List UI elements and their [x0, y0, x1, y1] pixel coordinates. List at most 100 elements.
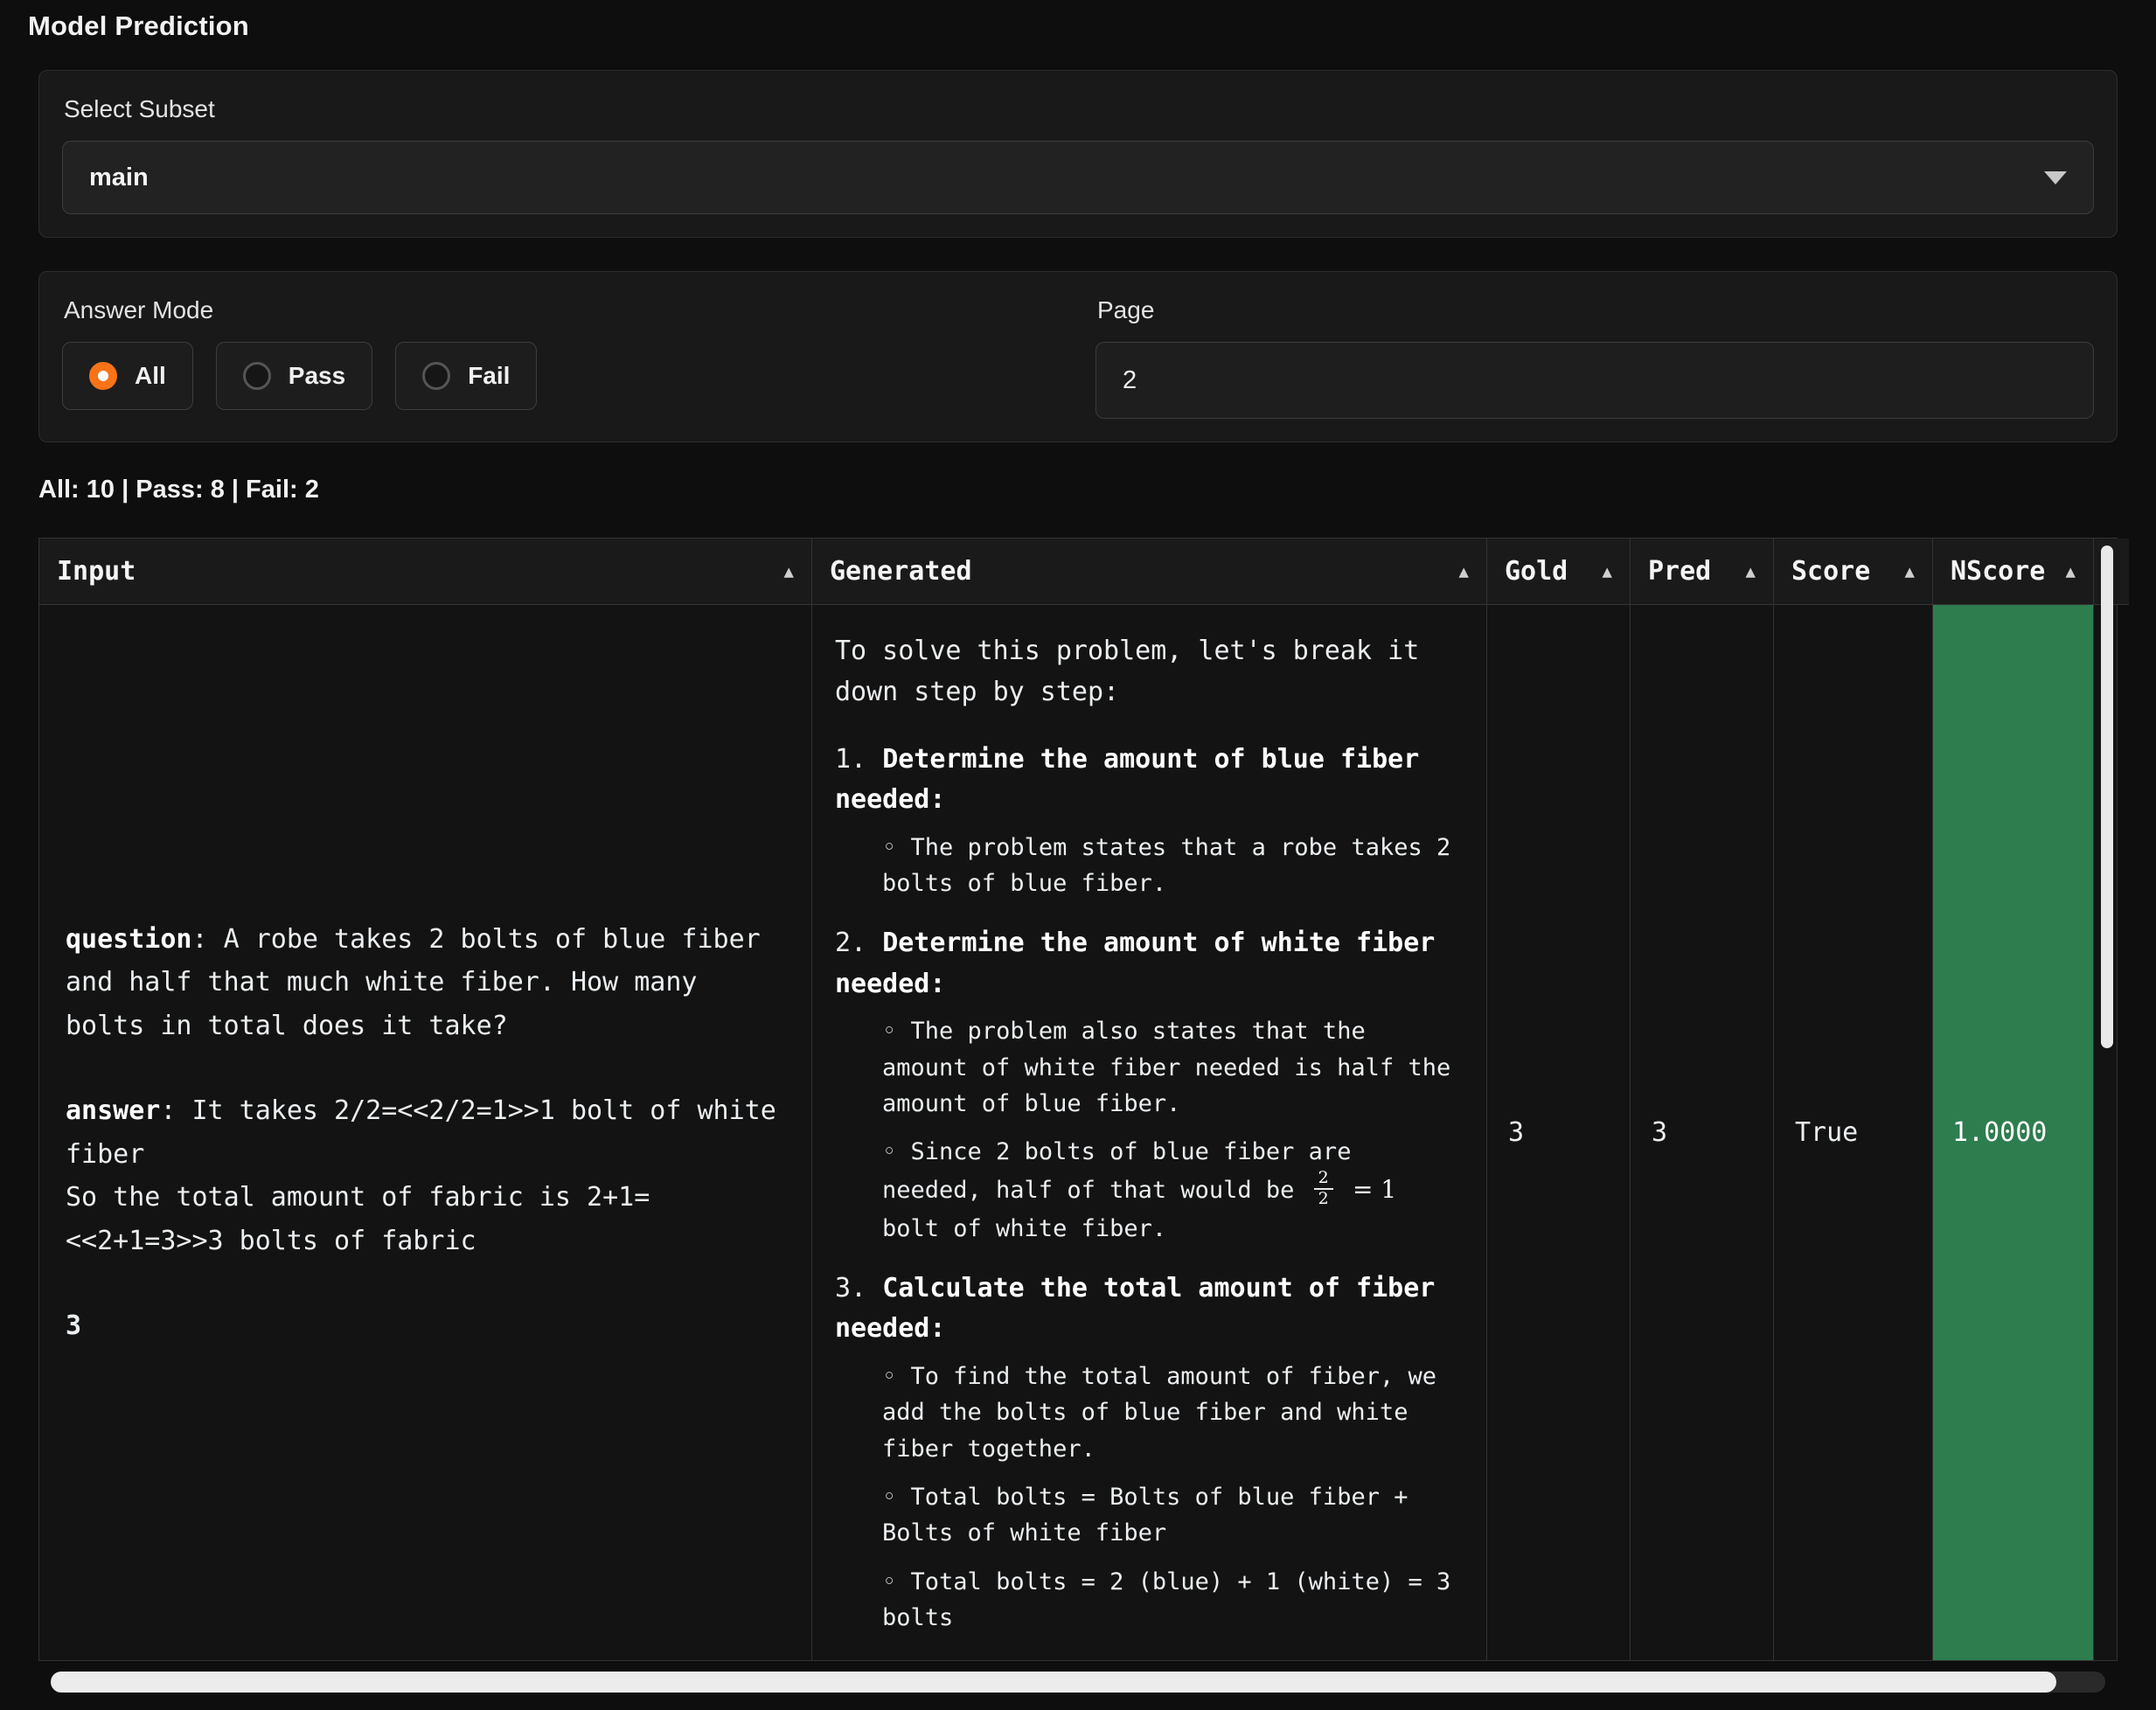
bullet-marker-icon: ◦ — [882, 1138, 896, 1165]
score-value: True — [1795, 1117, 1858, 1148]
column-header-generated[interactable]: Generated ▲ — [812, 539, 1487, 605]
column-header-label: Input — [57, 556, 136, 587]
answer-mode-label: Answer Mode — [64, 296, 1061, 324]
bullet-marker-icon: ◦ — [882, 1363, 896, 1390]
bullet-item: ◦ Total bolts = 2 (blue) + 1 (white) = 3… — [835, 1564, 1464, 1637]
vertical-scrollbar[interactable] — [2101, 546, 2113, 1048]
step-title-text: Determine the amount of blue fiber neede… — [835, 744, 1419, 816]
page-input[interactable] — [1095, 342, 2094, 419]
gold-value: 3 — [1508, 1117, 1524, 1148]
step-title-text: Calculate the total amount of fiber need… — [835, 1273, 1435, 1345]
answer-mode-group: Answer Mode All Pass Fail — [62, 295, 1061, 419]
sort-ascending-icon: ▲ — [1905, 562, 1915, 581]
pred-value: 3 — [1652, 1117, 1667, 1148]
step-title: 2. Determine the amount of white fiber n… — [835, 923, 1464, 1005]
bullet-item: ◦ Total bolts = Bolts of blue fiber + Bo… — [835, 1479, 1464, 1552]
bullet-text: The problem also states that the amount … — [882, 1018, 1450, 1117]
subset-dropdown[interactable]: main — [62, 141, 2094, 214]
radio-option-pass[interactable]: Pass — [216, 342, 372, 410]
cell-input[interactable]: question: A robe takes 2 bolts of blue f… — [39, 605, 812, 1660]
column-header-label: Gold — [1505, 556, 1568, 587]
radio-circle-icon — [422, 362, 450, 390]
input-content: question: A robe takes 2 bolts of blue f… — [66, 918, 785, 1348]
answer-line: answer: It takes 2/2=<<2/2=1>>1 bolt of … — [66, 1089, 785, 1176]
step-number: 1. — [835, 744, 866, 775]
bullet-marker-icon: ◦ — [882, 1018, 896, 1045]
answer-block: answer: It takes 2/2=<<2/2=1>>1 bolt of … — [66, 1089, 785, 1262]
cell-nscore[interactable]: 1.0000 — [1933, 605, 2094, 1660]
final-answer: 3 — [66, 1304, 785, 1348]
sort-ascending-icon: ▲ — [1603, 562, 1612, 581]
sort-ascending-icon: ▲ — [1746, 562, 1756, 581]
question-block: question: A robe takes 2 bolts of blue f… — [66, 918, 785, 1048]
fraction-denominator: 2 — [1314, 1190, 1333, 1209]
bullet-marker-icon: ◦ — [882, 1484, 896, 1511]
radio-option-all[interactable]: All — [62, 342, 193, 410]
column-header-label: Pred — [1648, 556, 1711, 587]
fraction-numerator: 2 — [1314, 1169, 1333, 1191]
radio-circle-icon — [89, 362, 117, 390]
sort-ascending-icon: ▲ — [1459, 562, 1469, 581]
answer-mode-panel: Answer Mode All Pass Fail — [38, 271, 2118, 442]
math-equals: = 1 — [1353, 1174, 1396, 1203]
column-header-input[interactable]: Input ▲ — [39, 539, 812, 605]
generated-step-3: 3. Calculate the total amount of fiber n… — [835, 1269, 1464, 1637]
column-header-label: Score — [1791, 556, 1870, 587]
horizontal-scrollbar-thumb[interactable] — [51, 1672, 2056, 1693]
bullet-marker-icon: ◦ — [882, 1568, 896, 1595]
question-label: question — [66, 924, 192, 955]
step-number: 2. — [835, 928, 866, 958]
question-separator: : — [192, 924, 224, 955]
column-header-gold[interactable]: Gold ▲ — [1487, 539, 1631, 605]
column-header-label: Generated — [830, 556, 972, 587]
cell-gold[interactable]: 3 — [1487, 605, 1631, 1660]
bullet-text: Total bolts = 2 (blue) + 1 (white) = 3 b… — [882, 1568, 1450, 1631]
step-title: 3. Calculate the total amount of fiber n… — [835, 1269, 1464, 1351]
select-subset-label: Select Subset — [64, 95, 2094, 123]
sort-ascending-icon: ▲ — [2066, 562, 2076, 581]
radio-option-fail[interactable]: Fail — [395, 342, 537, 410]
subset-dropdown-value: main — [89, 163, 149, 192]
sort-ascending-icon: ▲ — [784, 562, 794, 581]
bullet-item: ◦ Since 2 bolts of blue fiber are needed… — [835, 1134, 1464, 1247]
cell-generated[interactable]: To solve this problem, let's break it do… — [812, 605, 1487, 1660]
generated-intro: To solve this problem, let's break it do… — [835, 631, 1464, 713]
bullet-text: Since 2 bolts of blue fiber are needed, … — [882, 1138, 1351, 1203]
bullet-marker-icon: ◦ — [882, 834, 896, 861]
column-header-label: NScore — [1951, 556, 2045, 587]
results-table: Input ▲ Generated ▲ Gold ▲ Pred ▲ Score — [38, 538, 2118, 1661]
page-group: Page — [1095, 295, 2094, 419]
results-table-wrap: Input ▲ Generated ▲ Gold ▲ Pred ▲ Score — [38, 538, 2118, 1693]
bullet-text: The problem states that a robe takes 2 b… — [882, 834, 1450, 897]
app-root: Model Prediction Select Subset main Answ… — [0, 0, 2156, 1693]
step-title: 1. Determine the amount of blue fiber ne… — [835, 740, 1464, 822]
generated-step-2: 2. Determine the amount of white fiber n… — [835, 923, 1464, 1248]
step-title-text: Determine the amount of white fiber need… — [835, 928, 1435, 999]
cell-score[interactable]: True — [1774, 605, 1933, 1660]
bullet-text: Total bolts = Bolts of blue fiber + Bolt… — [882, 1484, 1408, 1547]
nscore-value: 1.0000 — [1952, 1117, 2047, 1148]
answer-line: <<2+1=3>>3 bolts of fabric — [66, 1220, 785, 1263]
bullet-text: bolt of white fiber. — [882, 1215, 1166, 1242]
page-title: Model Prediction — [28, 10, 2130, 42]
column-header-pred[interactable]: Pred ▲ — [1631, 539, 1774, 605]
generated-step-1: 1. Determine the amount of blue fiber ne… — [835, 740, 1464, 902]
radio-option-label: Fail — [468, 362, 510, 390]
cell-pred[interactable]: 3 — [1631, 605, 1774, 1660]
radio-circle-icon — [243, 362, 271, 390]
bullet-item: ◦ To find the total amount of fiber, we … — [835, 1359, 1464, 1467]
answer-separator: : — [160, 1095, 191, 1126]
answer-line: So the total amount of fabric is 2+1= — [66, 1176, 785, 1220]
bullet-item: ◦ The problem states that a robe takes 2… — [835, 830, 1464, 902]
column-header-nscore[interactable]: NScore ▲ — [1933, 539, 2094, 605]
select-subset-panel: Select Subset main — [38, 70, 2118, 238]
radio-option-label: All — [135, 362, 166, 390]
chevron-down-icon — [2044, 171, 2067, 184]
table-header-row: Input ▲ Generated ▲ Gold ▲ Pred ▲ Score — [39, 539, 2117, 605]
horizontal-scrollbar-track[interactable] — [51, 1672, 2105, 1693]
bullet-text: To find the total amount of fiber, we ad… — [882, 1363, 1436, 1463]
stats-summary: All: 10 | Pass: 8 | Fail: 2 — [38, 476, 2118, 504]
math-fraction: 22 — [1314, 1169, 1333, 1210]
step-number: 3. — [835, 1273, 866, 1303]
column-header-score[interactable]: Score ▲ — [1774, 539, 1933, 605]
